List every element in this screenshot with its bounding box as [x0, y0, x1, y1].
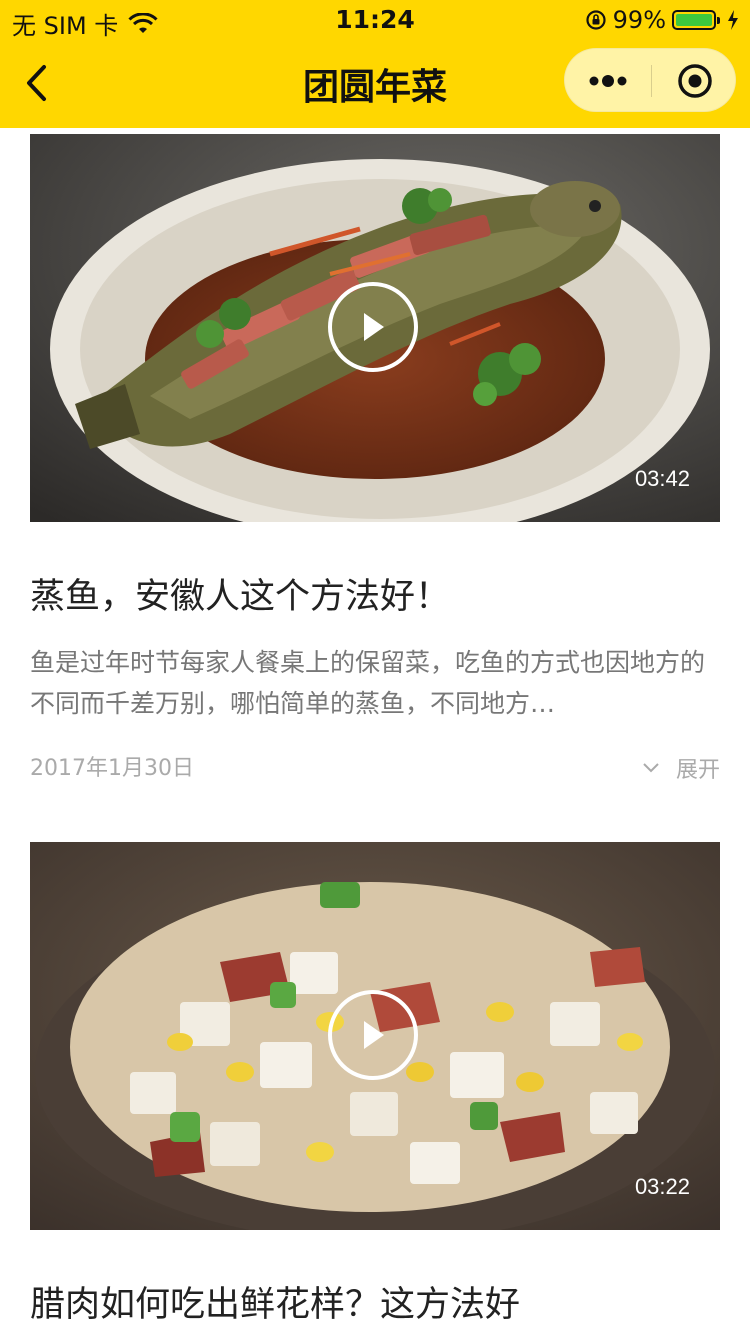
expand-button[interactable]: 展开 — [642, 752, 720, 784]
battery-percent: 99% — [612, 6, 666, 34]
status-bar: 无 SIM 卡 11:24 99% — [0, 0, 750, 40]
video-thumbnail[interactable]: 03:22 — [30, 842, 720, 1230]
play-button[interactable] — [328, 990, 418, 1080]
article-title[interactable]: 蒸鱼，安徽人这个方法好！ — [30, 568, 450, 619]
more-dots-icon — [589, 75, 627, 87]
chevron-down-icon — [643, 763, 659, 773]
article-title[interactable]: 腊肉如何吃出鲜花样？这方法好 — [30, 1276, 520, 1327]
rotation-lock-icon — [586, 10, 606, 30]
back-chevron-icon — [27, 65, 46, 101]
video-thumbnail[interactable]: 03:42 — [30, 134, 720, 522]
battery-icon — [672, 10, 720, 30]
status-right: 99% — [579, 6, 740, 34]
play-icon — [364, 1021, 384, 1049]
charging-icon — [728, 10, 738, 30]
video-duration: 03:42 — [634, 466, 690, 491]
play-button[interactable] — [328, 282, 418, 372]
article-date: 2017年1月30日 — [30, 756, 194, 781]
close-button[interactable] — [652, 49, 737, 113]
back-button[interactable] — [14, 60, 60, 106]
close-target-icon — [677, 64, 712, 98]
nav-bar: 团圆年菜 — [0, 40, 750, 128]
battery-fill — [676, 14, 712, 26]
article-description: 鱼是过年时节每家人餐桌上的保留菜，吃鱼的方式也因地方的不同而千差万别，哪怕简单的… — [30, 648, 706, 718]
more-button[interactable] — [565, 49, 651, 113]
play-icon — [364, 313, 384, 341]
mini-program-capsule — [564, 48, 736, 112]
video-duration: 03:22 — [634, 1174, 690, 1199]
expand-label: 展开 — [675, 758, 720, 783]
